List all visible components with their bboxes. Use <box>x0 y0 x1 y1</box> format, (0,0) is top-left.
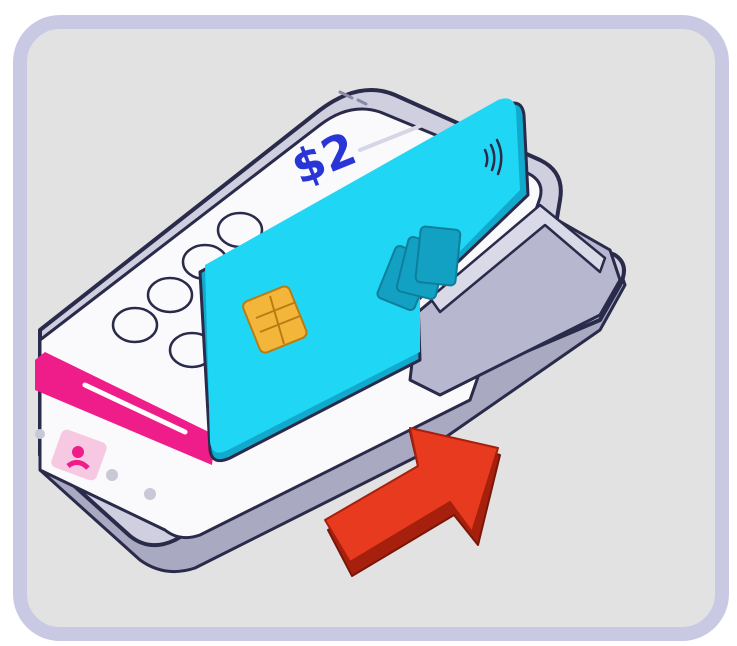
person-icon <box>72 446 84 458</box>
person-icon <box>35 429 45 439</box>
person-icon <box>144 488 156 500</box>
person-icon <box>106 469 118 481</box>
card-insert-illustration: $2 <box>13 15 729 641</box>
